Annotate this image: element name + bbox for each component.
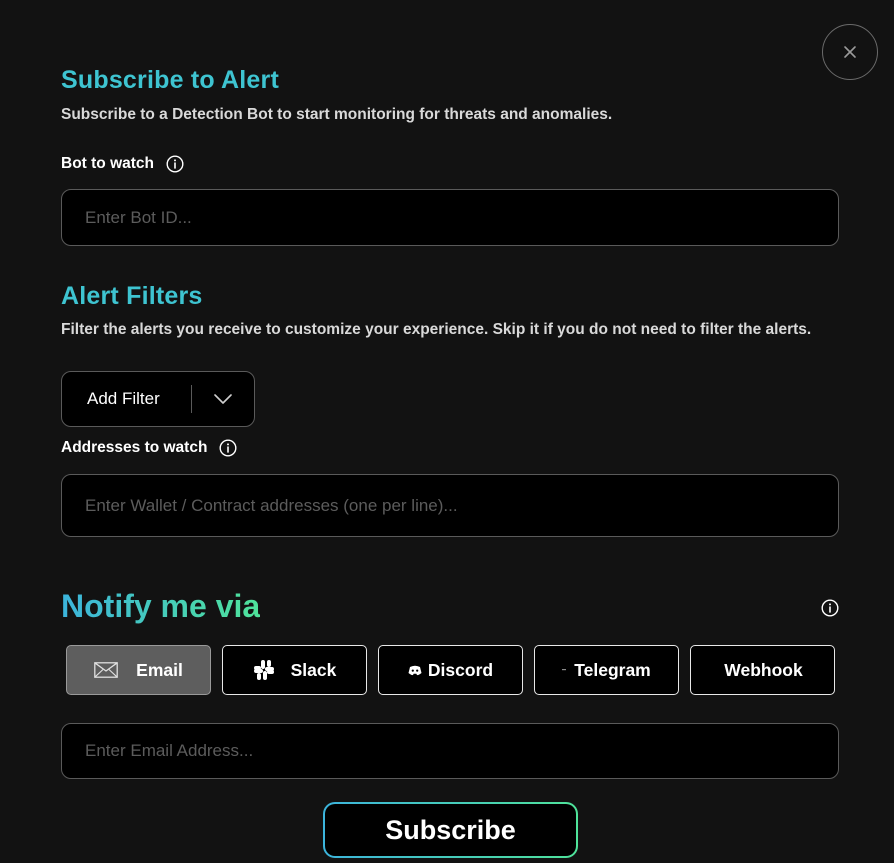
bot-field-label: Bot to watch [61, 155, 184, 173]
addresses-field-label: Addresses to watch [61, 439, 237, 457]
alert-filters-subtitle: Filter the alerts you receive to customi… [61, 321, 812, 338]
channel-email-button[interactable]: Email [66, 645, 211, 695]
addresses-field-container [61, 474, 839, 537]
subscribe-label: Subscribe [325, 804, 576, 856]
email-input[interactable] [85, 741, 838, 761]
addresses-label-text: Addresses to watch [61, 439, 208, 456]
channel-discord-button[interactable]: Discord [378, 645, 523, 695]
addresses-input[interactable] [85, 495, 838, 516]
slack-icon [253, 659, 275, 681]
subscribe-button[interactable]: Subscribe [323, 802, 578, 858]
channel-slack-button[interactable]: Slack [222, 645, 367, 695]
channel-webhook-button[interactable]: Webhook [690, 645, 835, 695]
discord-icon [408, 665, 422, 676]
add-filter-dropdown[interactable]: Add Filter [61, 371, 255, 427]
alert-filters-title: Alert Filters [61, 282, 203, 310]
info-icon[interactable] [166, 155, 184, 173]
close-icon [843, 45, 857, 59]
notification-channel-group: Email Slack Discord Telegram Webhook [66, 645, 835, 695]
bot-id-field-container [61, 189, 839, 246]
channel-label: Webhook [724, 659, 803, 680]
channel-label: Email [136, 659, 183, 680]
channel-label: Discord [427, 659, 494, 680]
channel-label: Slack [290, 659, 337, 680]
info-icon[interactable] [219, 439, 237, 457]
bot-id-input[interactable] [85, 207, 838, 228]
notify-title: Notify me via [61, 588, 261, 624]
modal-title: Subscribe to Alert [61, 66, 279, 94]
channel-label: Telegram [574, 659, 651, 680]
info-icon[interactable] [821, 599, 839, 617]
close-button[interactable] [822, 24, 878, 80]
channel-telegram-button[interactable]: Telegram [534, 645, 679, 695]
add-filter-label: Add Filter [87, 389, 160, 408]
mail-icon [94, 662, 118, 678]
modal-subtitle: Subscribe to a Detection Bot to start mo… [61, 106, 613, 123]
email-field-container [61, 723, 839, 779]
chevron-down-icon [192, 394, 254, 404]
bot-label-text: Bot to watch [61, 155, 154, 172]
telegram-icon [562, 669, 567, 671]
